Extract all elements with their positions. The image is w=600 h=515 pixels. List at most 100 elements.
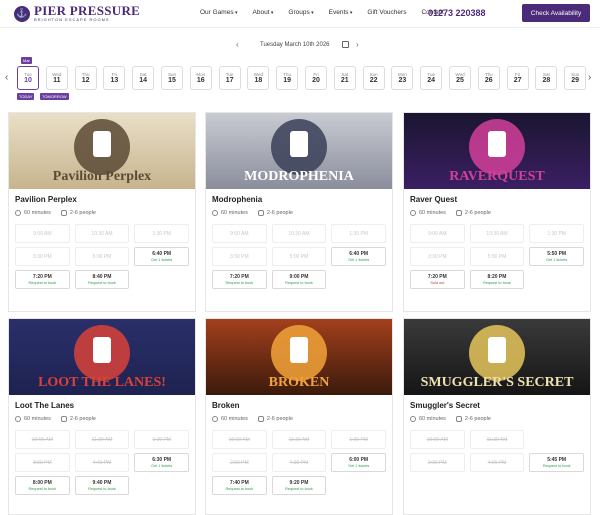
next-date-arrow-icon[interactable]: › (356, 40, 359, 49)
duration-text: 60 minutes (221, 210, 248, 216)
time-slot: 1:30 PM (134, 224, 189, 243)
strip-next-arrow-icon[interactable]: › (588, 72, 591, 83)
slot-time: 3:30 PM (33, 253, 52, 260)
nav-item-label: Gift Vouchers (367, 9, 407, 16)
time-slot: 5:00 PM (271, 247, 327, 266)
time-slot[interactable]: 7:40 PM Request to book (212, 476, 267, 495)
calendar-icon[interactable] (342, 41, 349, 48)
day-15[interactable]: Sun 15 (161, 66, 183, 90)
slot-time: 9:00 AM (428, 230, 447, 237)
room-title[interactable]: Pavilion Perplex (15, 195, 189, 204)
room-title[interactable]: Loot The Lanes (15, 401, 189, 410)
day-12[interactable]: Thu 12 (74, 66, 97, 90)
slot-status: Get 1 tickets (348, 464, 370, 468)
day-28[interactable]: Sat 28 (535, 66, 558, 90)
chevron-down-icon: ▾ (269, 10, 274, 16)
time-slot[interactable]: 5:50 PM Get 1 tickets (529, 247, 584, 266)
slot-time: 1:30 PM (152, 230, 171, 237)
nav-item-our-games[interactable]: Our Games ▾ (200, 9, 238, 16)
room-poster-image[interactable]: LOOT THE LANES! (9, 319, 195, 395)
selected-date-label: Tuesday March 10th 2026 (260, 42, 330, 48)
duration: 60 minutes (15, 210, 51, 216)
room-meta: 60 minutes 2-6 people (15, 210, 189, 216)
room-card[interactable]: BROKEN Broken 60 minutes 2-6 people 10:00 AM… (205, 318, 393, 515)
strip-prev-arrow-icon[interactable]: ‹ (5, 72, 8, 83)
nav-item-events[interactable]: Events ▾ (329, 9, 353, 16)
time-slot: 1:30 PM (529, 224, 584, 243)
room-title[interactable]: Modrophenia (212, 195, 386, 204)
time-slot[interactable]: 6:40 PM Get 1 tickets (331, 247, 386, 266)
time-slot[interactable]: 6:40 PM Get 1 tickets (134, 247, 189, 266)
nav-item-about[interactable]: About ▾ (253, 9, 274, 16)
time-slot[interactable]: 6:00 PM Get 1 tickets (331, 453, 386, 472)
day-26[interactable]: Thu 26 (477, 66, 500, 90)
time-slot: 10:00 AM (15, 430, 70, 449)
day-13[interactable]: Fri 13 (103, 66, 126, 90)
room-title[interactable]: Raver Quest (410, 195, 584, 204)
room-poster-image[interactable]: MODROPHENIA (206, 113, 392, 189)
slot-time: 3:30 PM (230, 253, 249, 260)
time-slot[interactable]: 7:20 PM Request to book (15, 270, 70, 289)
room-poster-image[interactable]: SMUGGLER'S SECRET (404, 319, 590, 395)
logo[interactable]: ⚓ PIER PRESSURE BRIGHTON ESCAPE ROOMS (14, 4, 140, 23)
room-card[interactable]: SMUGGLER'S SECRET Smuggler's Secret 60 min… (403, 318, 591, 515)
room-card[interactable]: LOOT THE LANES! Loot The Lanes 60 minutes 2… (8, 318, 196, 515)
card-body: Loot The Lanes 60 minutes 2-6 people 10:00 … (9, 395, 195, 499)
day-14[interactable]: Sat 14 (132, 66, 155, 90)
duration-text: 60 minutes (24, 210, 51, 216)
day-17[interactable]: Tue 17 (218, 66, 241, 90)
room-poster-image[interactable]: Pavilion Perplex (9, 113, 195, 189)
time-slot[interactable]: 9:40 PM Request to book (74, 476, 130, 495)
nav-item-gift-vouchers[interactable]: Gift Vouchers (367, 9, 406, 16)
time-slot[interactable]: 7:20 PM Request to book (212, 270, 267, 289)
people-icon (455, 416, 462, 422)
time-slot: 1:30 PM (331, 430, 386, 449)
slot-time: 3:00 PM (33, 459, 52, 466)
day-21[interactable]: Sat 21 (333, 66, 356, 90)
time-slot[interactable]: 8:00 PM Request to book (15, 476, 70, 495)
time-slot[interactable]: 6:30 PM Get 1 tickets (134, 453, 189, 472)
room-card[interactable]: MODROPHENIA Modrophenia 60 minutes 2-6 peop… (205, 112, 393, 312)
nav-item-groups[interactable]: Groups ▾ (288, 9, 313, 16)
day-18[interactable]: Wed 18 (247, 66, 270, 90)
prev-date-arrow-icon[interactable]: ‹ (236, 40, 239, 49)
day-10[interactable]: Tue 10 (17, 66, 39, 90)
month-flag: Mar (21, 57, 32, 64)
check-availability-button[interactable]: Check Availability (522, 4, 590, 22)
day-24[interactable]: Tue 24 (420, 66, 443, 90)
time-slot (410, 476, 465, 495)
time-slot[interactable]: 9:00 PM Request to book (271, 270, 327, 289)
room-poster-image[interactable]: RAVERQUEST (404, 113, 590, 189)
clock-icon (15, 210, 21, 216)
duration: 60 minutes (410, 416, 446, 422)
room-card[interactable]: Pavilion Perplex Pavilion Perplex 60 minut… (8, 112, 196, 312)
room-title[interactable]: Smuggler's Secret (410, 401, 584, 410)
day-23[interactable]: Mon 23 (391, 66, 414, 90)
slot-time: 4:00 PM (487, 459, 507, 466)
room-card[interactable]: RAVERQUEST Raver Quest 60 minutes 2-6 peopl… (403, 112, 591, 312)
clock-icon (410, 416, 416, 422)
day-11[interactable]: Wed 11 (45, 66, 68, 90)
time-slot (134, 270, 189, 289)
time-slot: 9:00 AM (212, 224, 267, 243)
slot-status: Request to book (28, 281, 57, 285)
day-22[interactable]: Sun 22 (362, 66, 385, 90)
day-27[interactable]: Fri 27 (506, 66, 529, 90)
day-19[interactable]: Thu 19 (276, 66, 299, 90)
phone-number[interactable]: 01273 220388 (428, 8, 486, 18)
day-20[interactable]: Fri 20 (305, 66, 327, 90)
day-25[interactable]: Wed 25 (449, 66, 471, 90)
time-slot: 1:30 PM (331, 224, 386, 243)
time-slot[interactable]: 9:20 PM Request to book (271, 476, 327, 495)
day-29[interactable]: Sun 29 (564, 66, 587, 90)
time-slot[interactable]: 8:40 PM Request to book (74, 270, 130, 289)
slot-time: 10:00 AM (228, 436, 250, 443)
time-slot (470, 476, 525, 495)
day-16[interactable]: Mon 16 (189, 66, 212, 90)
room-title[interactable]: Broken (212, 401, 386, 410)
time-slot[interactable]: 5:45 PM Request to book (529, 453, 584, 472)
time-slot[interactable]: 7:20 PM Sold out (410, 270, 465, 289)
room-poster-image[interactable]: BROKEN (206, 319, 392, 395)
day-number: 25 (456, 77, 464, 84)
time-slot[interactable]: 8:20 PM Request to book (469, 270, 525, 289)
